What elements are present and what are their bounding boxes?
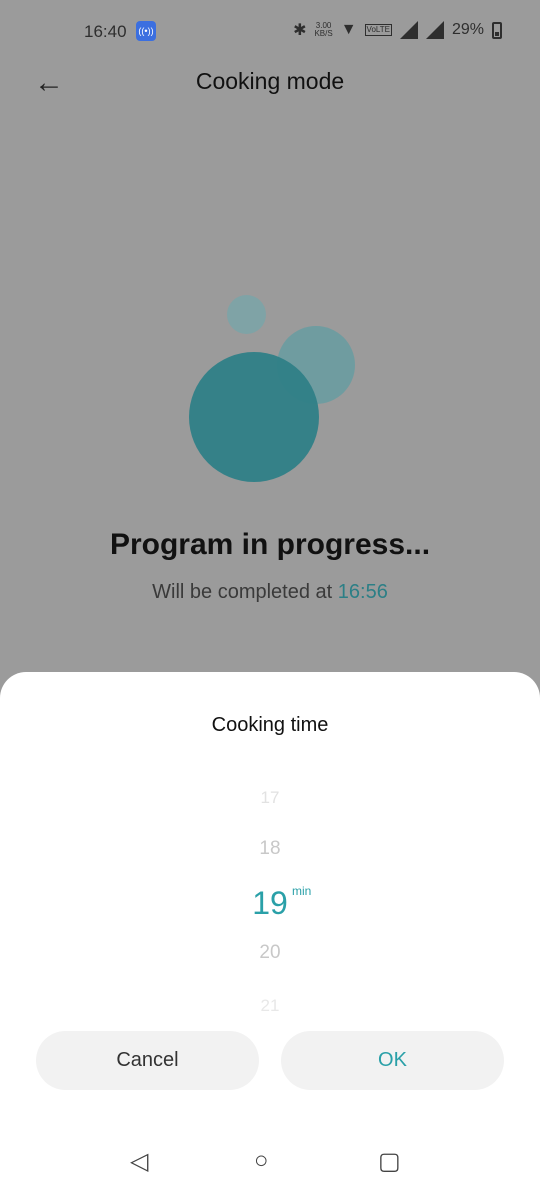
picker-option[interactable]: 17 xyxy=(0,788,540,808)
picker-option[interactable]: 21 xyxy=(0,996,540,1016)
completion-time: 16:56 xyxy=(337,581,388,603)
picker-option[interactable]: 20 xyxy=(0,942,540,964)
volte-icon: VoLTE xyxy=(364,24,392,36)
completion-text: Will be completed at 16:56 xyxy=(0,581,540,604)
bubble-small xyxy=(227,295,266,334)
nav-back-icon[interactable]: ◁ xyxy=(130,1147,148,1176)
sheet-title: Cooking time xyxy=(211,714,329,736)
cancel-button[interactable]: Cancel xyxy=(36,1031,259,1090)
hotspot-icon: ((•)) xyxy=(136,21,156,41)
ok-button[interactable]: OK xyxy=(281,1031,504,1090)
speed-unit: KB/S xyxy=(314,29,333,38)
battery-icon xyxy=(492,21,502,39)
page-title: Cooking mode xyxy=(195,68,345,94)
nav-recents-icon[interactable]: ▢ xyxy=(378,1147,401,1176)
picker-unit: min xyxy=(292,884,312,898)
program-status-title: Program in progress... xyxy=(109,528,431,561)
cooking-time-sheet: Cooking time 17 18 19 min 20 21 Cancel O… xyxy=(0,672,540,1188)
signal-icon-2 xyxy=(425,21,444,39)
picker-option[interactable]: 18 xyxy=(0,838,540,860)
bubble-large xyxy=(189,352,319,482)
nav-home-icon[interactable]: ○ xyxy=(254,1147,269,1175)
completion-prefix: Will be completed at xyxy=(152,581,333,603)
status-time: 16:40 xyxy=(84,22,127,41)
status-bar: 16:40 ((•)) ✱ 3.00 KB/S ▼ VoLTE 29% xyxy=(0,0,540,62)
network-speed: 3.00 KB/S xyxy=(314,22,332,38)
picker-selected[interactable]: 19 xyxy=(0,885,540,922)
wifi-icon: ▼ xyxy=(340,21,357,38)
battery-percent: 29% xyxy=(451,21,484,38)
signal-icon xyxy=(399,21,418,39)
bluetooth-icon: ✱ xyxy=(293,22,307,39)
